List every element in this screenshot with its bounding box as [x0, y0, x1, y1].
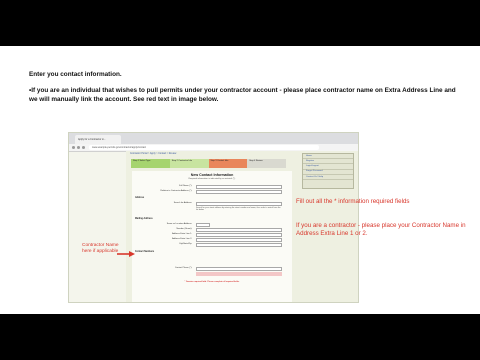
extra-line-2-label: Address Extra Line 2:	[172, 238, 192, 240]
helper-contractor-name: If you are a contractor - please place y…	[296, 222, 466, 237]
slide-bullet: •If you are an individual that wishes to…	[29, 87, 456, 103]
relation-select[interactable]	[196, 190, 282, 194]
instructions: Enter you contact information. •If you a…	[29, 71, 459, 112]
progress-steps: Step 1 Select Type Step 2 Contractor Inf…	[131, 159, 286, 168]
helper-required-fields: Fill out all the * information required …	[296, 198, 410, 205]
browser-tabstrip: Apply for a Contractor Li...	[69, 133, 358, 144]
phone-label: Contact Phone (*):	[174, 267, 192, 269]
form-title: New Contact Information	[190, 173, 234, 177]
contractor-name-line-1: Contractor Name	[82, 243, 119, 248]
same-as-location-label: Same as Location Address:	[166, 223, 192, 225]
phone-type-row[interactable]	[196, 272, 282, 276]
required-note: * Denotes required field. Please complet…	[184, 281, 240, 283]
street-label: Number (Street):	[176, 228, 192, 230]
address-bar[interactable]: www.example-permits.gov/contractor/apply…	[89, 145, 319, 150]
relation-label: Relation to Contractor Address (*):	[160, 190, 192, 192]
city-state-zip-label: City/State/Zip:	[178, 243, 192, 245]
reload-icon[interactable]	[82, 146, 85, 149]
address-note: Search for your street address by enteri…	[196, 207, 281, 212]
search-address-label: Search for Address:	[173, 202, 192, 204]
slide-heading: Enter you contact information.	[29, 71, 122, 78]
phone-row: Contact Phone (*):	[132, 267, 292, 271]
contact-form: New Contact Information Required informa…	[132, 171, 292, 302]
full-name-input[interactable]	[196, 185, 282, 189]
street-input[interactable]	[196, 228, 282, 232]
contractor-name-annotation: Contractor Name here if applicable	[82, 243, 119, 254]
extra-line-2-row: Address Extra Line 2:	[132, 238, 292, 242]
red-arrow-icon	[117, 251, 135, 257]
breadcrumb[interactable]: Contractor Portal > Apply > Contact > Re…	[130, 153, 176, 155]
search-address-input[interactable]	[196, 202, 282, 206]
extra-line-1-row: Address Extra Line 1:	[132, 233, 292, 237]
city-state-zip-row: City/State/Zip:	[132, 243, 292, 247]
embedded-screenshot: Apply for a Contractor Li... www.example…	[68, 132, 359, 303]
extra-line-1-label: Address Extra Line 1:	[172, 233, 192, 235]
extra-line-2-input[interactable]	[196, 238, 282, 242]
sidebar-item-contact[interactable]: Contact Us / Help	[303, 175, 353, 180]
slide: Enter you contact information. •If you a…	[0, 46, 480, 314]
section-mailing: Mailing Address	[135, 218, 153, 220]
full-name-label: Full Name (*):	[179, 185, 192, 187]
browser-tab[interactable]: Apply for a Contractor Li...	[75, 135, 121, 144]
step-2: Step 2 Contractor Info	[169, 159, 209, 168]
section-address: Address	[135, 197, 145, 199]
extra-line-1-input[interactable]	[196, 233, 282, 237]
full-name-row: Full Name (*):	[132, 185, 292, 189]
step-3: Step 3 Contact Info	[208, 159, 248, 168]
sidebar-menu: Home Register Login/Logout Forgot Passwo…	[302, 153, 354, 189]
section-numbers: Contact Numbers	[135, 251, 155, 253]
forward-icon[interactable]	[77, 146, 80, 149]
search-address-row: Search for Address:	[132, 202, 292, 206]
city-state-zip-input[interactable]	[196, 243, 282, 247]
back-icon[interactable]	[72, 146, 75, 149]
same-as-location-row: Same as Location Address:	[132, 223, 292, 227]
phone-input[interactable]	[196, 267, 282, 271]
relation-row: Relation to Contractor Address (*):	[132, 190, 292, 194]
step-1: Step 1 Select Type	[131, 159, 170, 168]
contractor-name-line-2: here if applicable	[82, 248, 119, 254]
step-4: Step 4 Review	[247, 159, 286, 168]
form-subtitle: Required information is indicated by an …	[188, 178, 236, 180]
street-row: Number (Street):	[132, 228, 292, 232]
same-as-location-checkbox[interactable]	[196, 223, 210, 227]
